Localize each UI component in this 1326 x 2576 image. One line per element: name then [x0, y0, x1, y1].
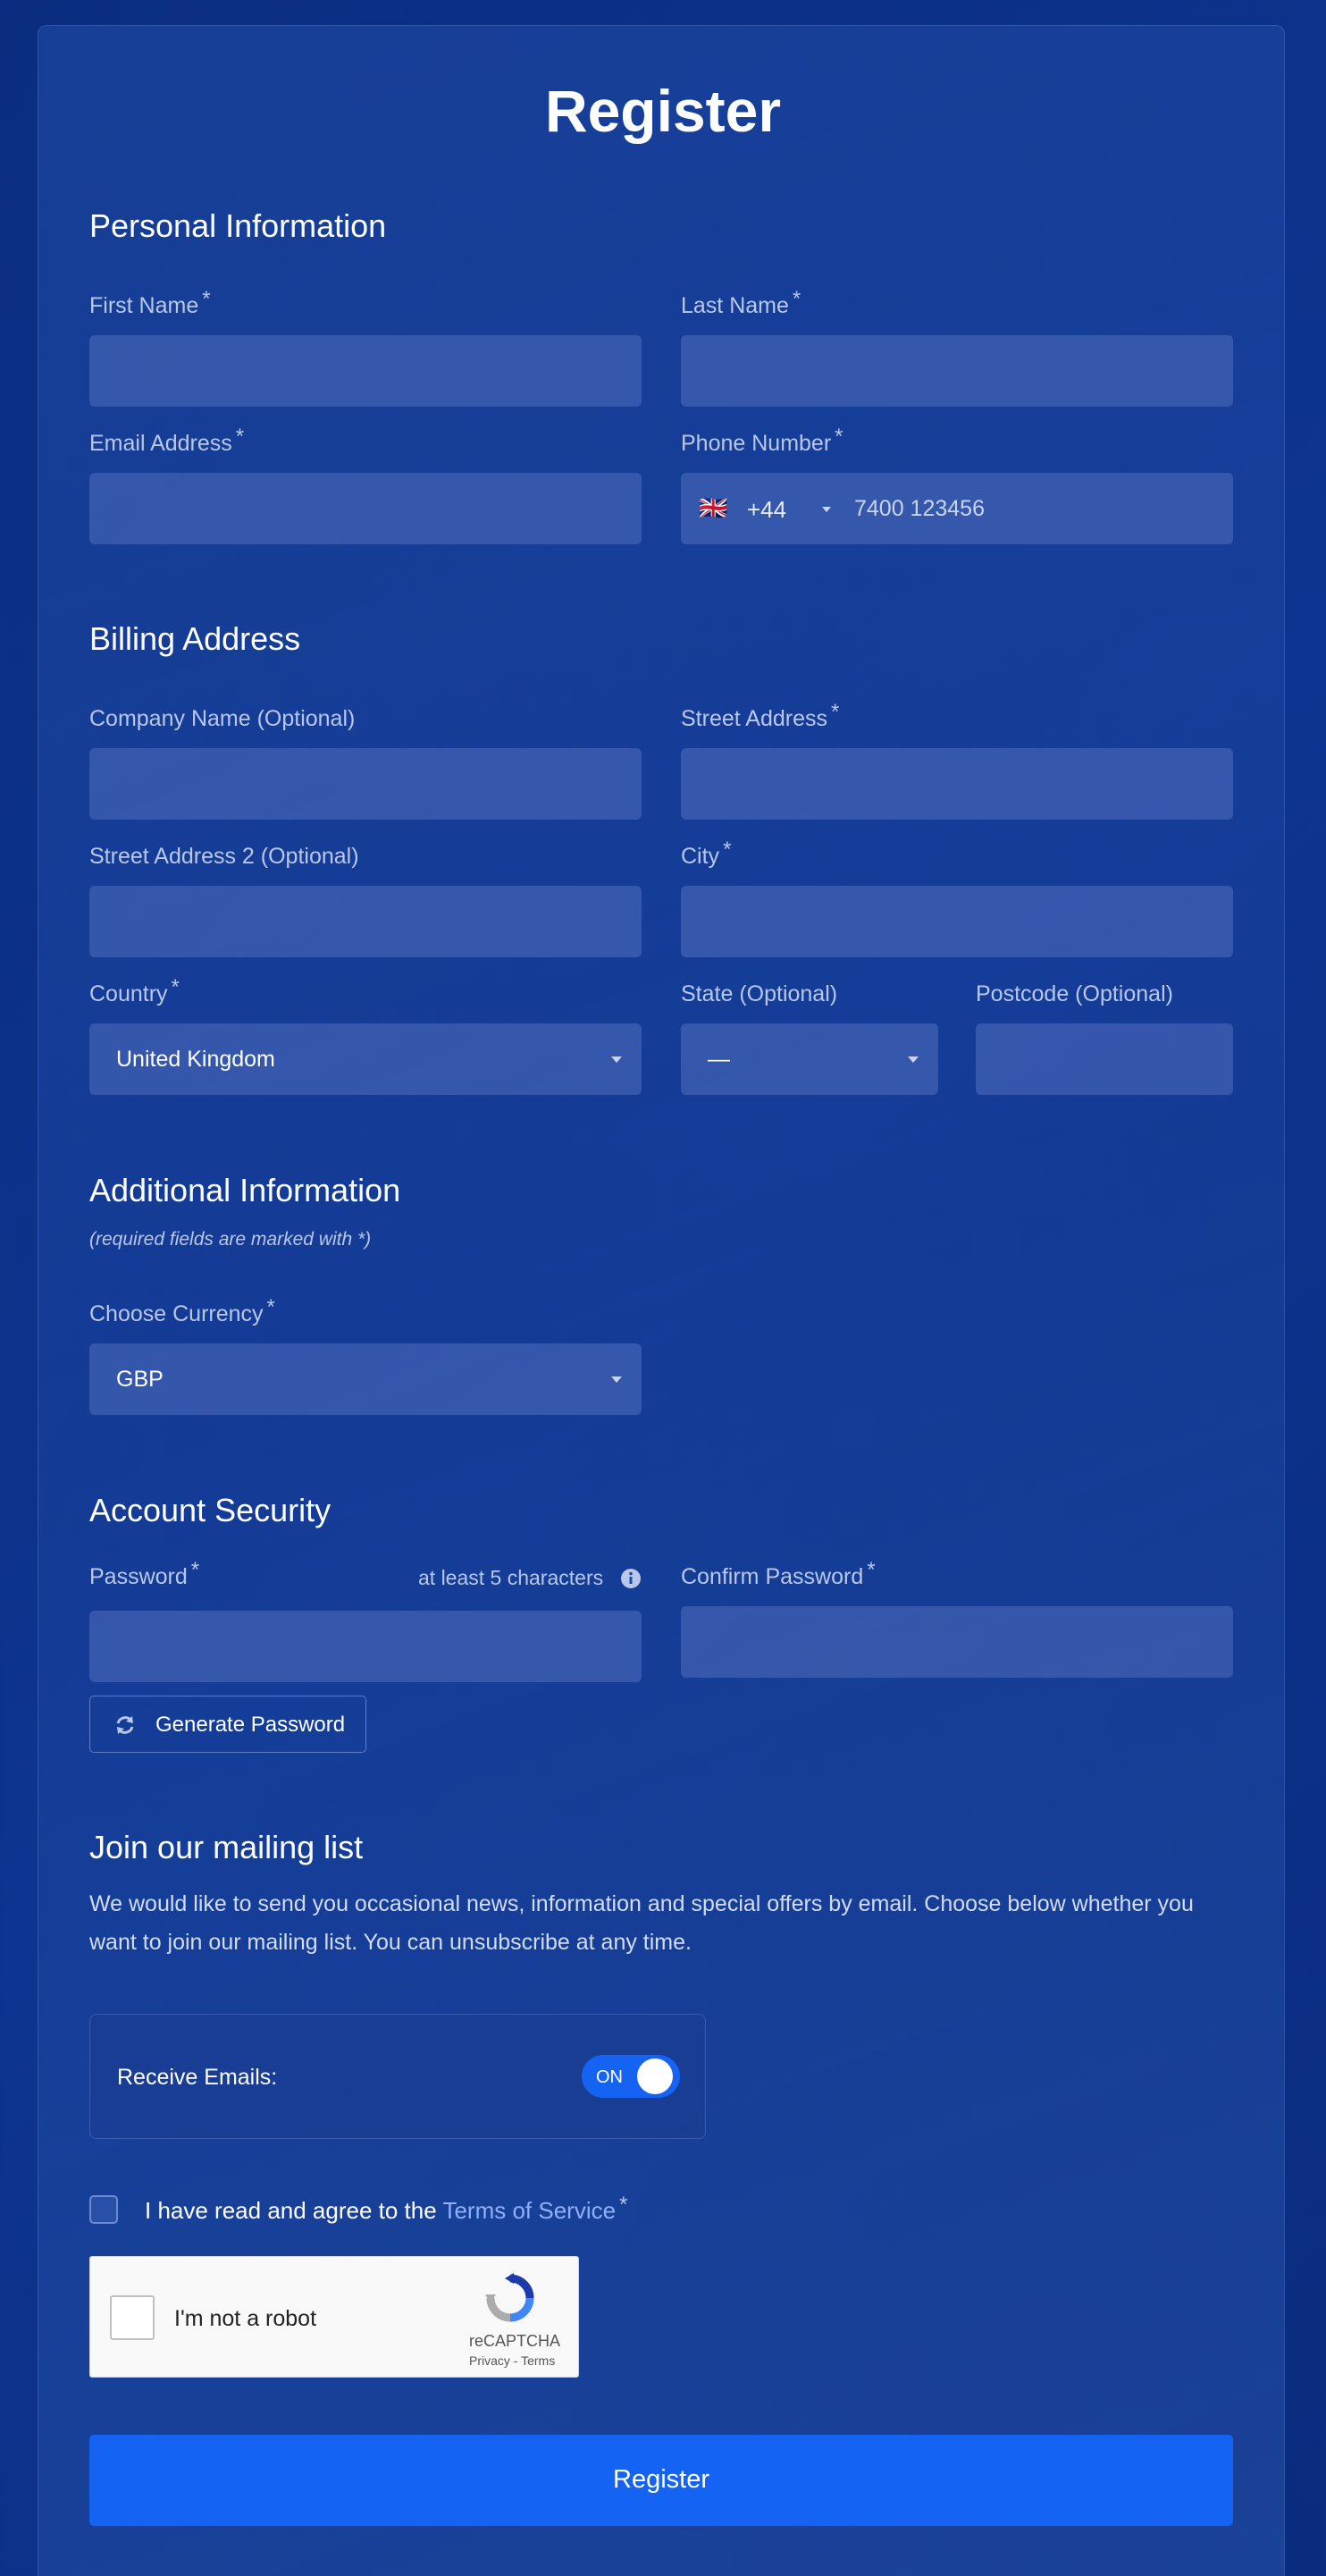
mailing-description: We would like to send you occasional new…	[89, 1891, 1194, 1955]
privacy-link[interactable]: Privacy	[469, 2353, 510, 2368]
recaptcha-logo	[483, 2271, 537, 2325]
terms-label: I have read and agree to the Terms of Se…	[145, 2193, 628, 2224]
company-label: Company Name (Optional)	[89, 706, 356, 731]
city-input[interactable]	[681, 886, 1233, 957]
country-code-select[interactable]: 🇬🇧 +44	[699, 494, 833, 523]
city-label: City *	[681, 838, 732, 869]
postcode-input[interactable]	[976, 1023, 1233, 1095]
section-account-security: Account Security	[89, 1492, 332, 1528]
receive-emails-card: Receive Emails: ON	[89, 2014, 706, 2139]
state-label: State (Optional)	[681, 981, 838, 1006]
state-value: —	[708, 1047, 730, 1072]
recaptcha-links: Privacy - Terms	[469, 2353, 556, 2368]
phone-placeholder: 7400 123456	[854, 496, 985, 521]
country-code: +44	[747, 496, 787, 523]
password-input[interactable]	[89, 1611, 642, 1682]
uk-flag-icon: 🇬🇧	[699, 494, 728, 521]
required-note: (required fields are marked with *)	[89, 1229, 372, 1250]
recaptcha-widget: I'm not a robot reCAPTCHA Privacy - Term…	[89, 2256, 579, 2378]
register-button[interactable]: Register	[89, 2435, 1233, 2526]
receive-emails-label: Receive Emails:	[117, 2065, 278, 2090]
street2-label: Street Address 2 (Optional)	[89, 844, 359, 869]
caret-down-icon	[908, 1056, 919, 1063]
state-select[interactable]: —	[681, 1023, 938, 1095]
confirm-password-input[interactable]	[681, 1606, 1233, 1678]
password-hint: at least 5 characters	[418, 1566, 604, 1589]
register-card	[38, 25, 1285, 2576]
street-label: Street Address *	[681, 700, 840, 731]
info-icon[interactable]	[620, 1568, 642, 1589]
caret-down-icon	[611, 1056, 622, 1063]
currency-select[interactable]: GBP	[89, 1343, 642, 1415]
caret-down-icon	[822, 507, 831, 512]
generate-password-button[interactable]: Generate Password	[89, 1696, 366, 1753]
first-name-input[interactable]	[89, 335, 642, 407]
section-billing-address: Billing Address	[89, 620, 301, 657]
terms-prefix: I have read and agree to the	[145, 2197, 443, 2224]
page-title: Register	[544, 78, 782, 144]
recaptcha-brand: reCAPTCHA	[469, 2332, 561, 2350]
section-additional-information: Additional Information	[89, 1172, 401, 1208]
currency-value: GBP	[116, 1367, 164, 1392]
generate-password-label: Generate Password	[155, 1713, 346, 1737]
street-input[interactable]	[681, 748, 1233, 820]
country-select[interactable]: United Kingdom	[89, 1023, 642, 1095]
currency-label: Choose Currency *	[89, 1295, 275, 1326]
refresh-icon	[113, 1713, 137, 1737]
section-personal-information: Personal Information	[89, 207, 387, 244]
terms-link[interactable]: Terms	[521, 2353, 555, 2368]
toggle-state: ON	[596, 2067, 623, 2087]
last-name-input[interactable]	[681, 335, 1233, 407]
company-input[interactable]	[89, 748, 642, 820]
email-label: Email Address *	[89, 425, 245, 456]
phone-label: Phone Number *	[681, 425, 843, 456]
recaptcha-checkbox[interactable]	[110, 2295, 155, 2340]
register-button-label: Register	[613, 2465, 709, 2494]
street2-input[interactable]	[89, 886, 642, 957]
first-name-label: First Name *	[89, 287, 211, 318]
postcode-label: Postcode (Optional)	[976, 981, 1173, 1006]
caret-down-icon	[611, 1376, 622, 1383]
last-name-label: Last Name *	[681, 287, 801, 318]
terms-checkbox[interactable]	[89, 2195, 118, 2224]
country-label: Country *	[89, 975, 180, 1006]
toggle-knob	[637, 2058, 673, 2094]
recaptcha-label: I'm not a robot	[174, 2306, 317, 2331]
terms-of-service-link[interactable]: Terms of Service	[442, 2197, 616, 2224]
confirm-password-label: Confirm Password *	[681, 1558, 876, 1589]
receive-emails-toggle[interactable]: ON	[582, 2055, 680, 2098]
email-input[interactable]	[89, 473, 642, 544]
country-value: United Kingdom	[116, 1047, 275, 1072]
phone-input[interactable]: 🇬🇧 +44 7400 123456	[681, 473, 1233, 544]
password-label: Password *	[89, 1558, 200, 1589]
section-mailing-list: Join our mailing list	[89, 1829, 364, 1865]
